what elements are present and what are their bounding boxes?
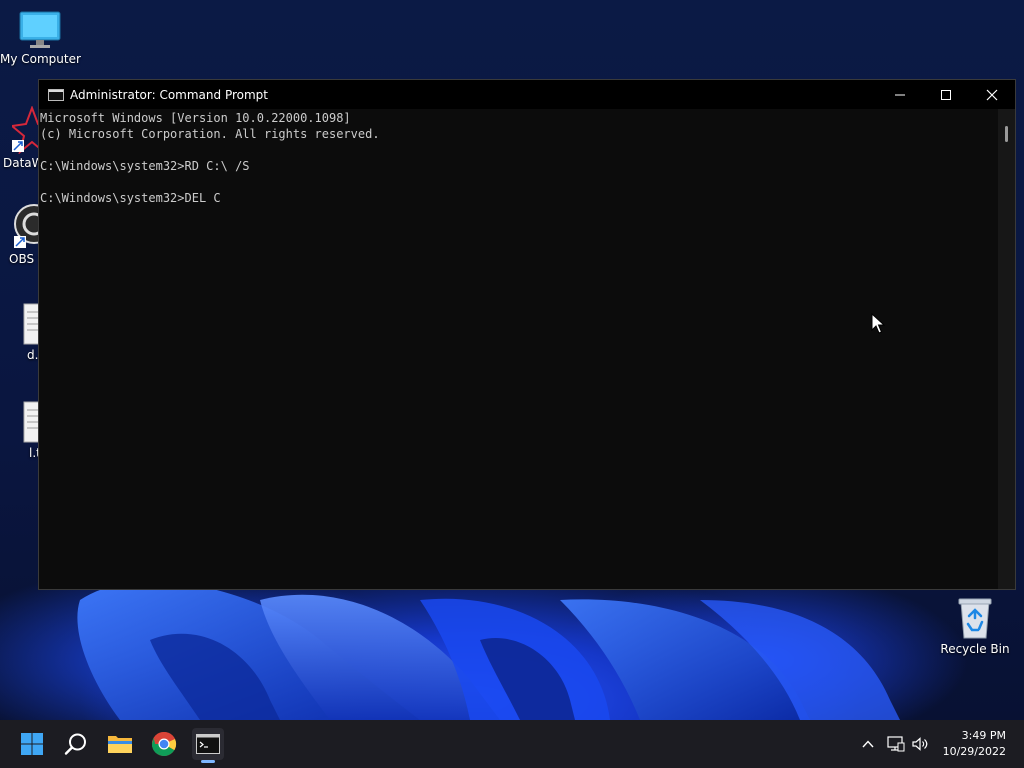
recycle-bin-icon: [955, 596, 995, 640]
console-line: Microsoft Windows [Version 10.0.22000.10…: [40, 111, 351, 125]
command-prompt-window[interactable]: Administrator: Command Prompt Microsoft …: [38, 79, 1016, 590]
search-button[interactable]: [60, 728, 92, 760]
command-prompt-taskbar-button[interactable]: [192, 728, 224, 763]
command-prompt-icon: [48, 88, 64, 101]
console-line: (c) Microsoft Corporation. All rights re…: [40, 127, 380, 141]
minimize-button[interactable]: [877, 80, 923, 109]
file-explorer-button[interactable]: [104, 728, 136, 760]
chevron-up-icon: [862, 740, 874, 748]
volume-icon: [912, 737, 928, 751]
active-app-indicator: [201, 760, 215, 763]
chrome-button[interactable]: [148, 728, 180, 760]
desktop-icon-recycle-bin[interactable]: Recycle Bin: [935, 596, 1015, 656]
network-status-button[interactable]: [887, 735, 905, 757]
maximize-icon: [941, 89, 951, 100]
scrollbar-thumb[interactable]: [1005, 126, 1008, 142]
monitor-icon: [19, 10, 61, 50]
mouse-cursor-icon: [871, 313, 885, 334]
window-titlebar[interactable]: Administrator: Command Prompt: [39, 80, 1015, 109]
console-line: C:\Windows\system32>DEL C: [40, 191, 221, 205]
close-icon: [986, 89, 998, 100]
close-button[interactable]: [969, 80, 1015, 109]
network-icon: [887, 736, 905, 752]
desktop-icon-label: Recycle Bin: [940, 642, 1010, 656]
desktop-icon-my-computer[interactable]: My Computer: [0, 10, 81, 66]
volume-button[interactable]: [911, 735, 929, 757]
clock-time: 3:49 PM: [961, 729, 1006, 742]
taskbar: 3:49 PM 10/29/2022: [0, 720, 1024, 768]
start-button[interactable]: [16, 728, 48, 760]
windows-start-icon: [21, 733, 43, 755]
console-output[interactable]: Microsoft Windows [Version 10.0.22000.10…: [39, 109, 999, 589]
console-line: C:\Windows\system32>RD C:\ /S: [40, 159, 250, 173]
minimize-icon: [895, 94, 905, 95]
chrome-icon: [151, 731, 177, 757]
taskbar-clock[interactable]: 3:49 PM 10/29/2022: [943, 728, 1006, 760]
maximize-button[interactable]: [923, 80, 969, 109]
show-hidden-icons-button[interactable]: [860, 736, 876, 756]
command-prompt-icon: [196, 734, 220, 754]
window-title: Administrator: Command Prompt: [70, 87, 268, 102]
vertical-scrollbar[interactable]: [998, 109, 1015, 589]
search-icon: [64, 733, 86, 755]
file-explorer-icon: [108, 736, 132, 753]
clock-date: 10/29/2022: [942, 745, 1006, 758]
desktop-icon-label: My Computer: [0, 52, 81, 66]
